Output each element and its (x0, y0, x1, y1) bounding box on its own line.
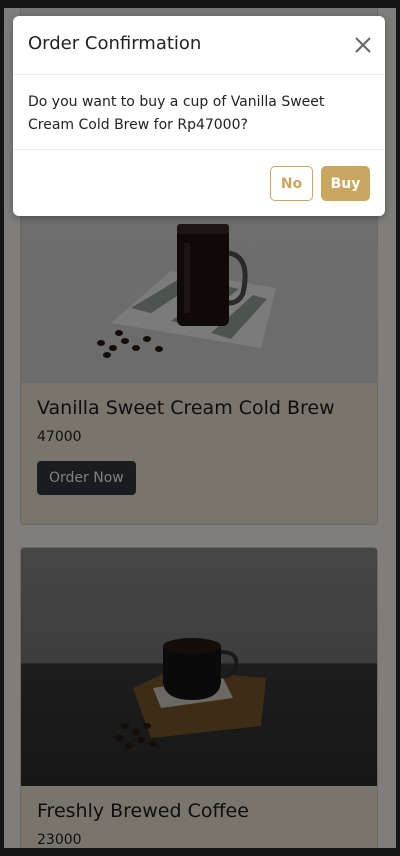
modal-footer: No Buy (13, 150, 385, 216)
modal-message: Do you want to buy a cup of Vanilla Swee… (13, 75, 385, 150)
close-icon (353, 37, 373, 58)
no-button[interactable]: No (270, 166, 313, 201)
order-confirmation-modal: Order Confirmation Do you want to buy a … (13, 16, 385, 216)
close-button[interactable] (353, 35, 373, 55)
modal-header: Order Confirmation (13, 16, 385, 75)
buy-button[interactable]: Buy (321, 166, 370, 201)
modal-title: Order Confirmation (28, 33, 202, 54)
